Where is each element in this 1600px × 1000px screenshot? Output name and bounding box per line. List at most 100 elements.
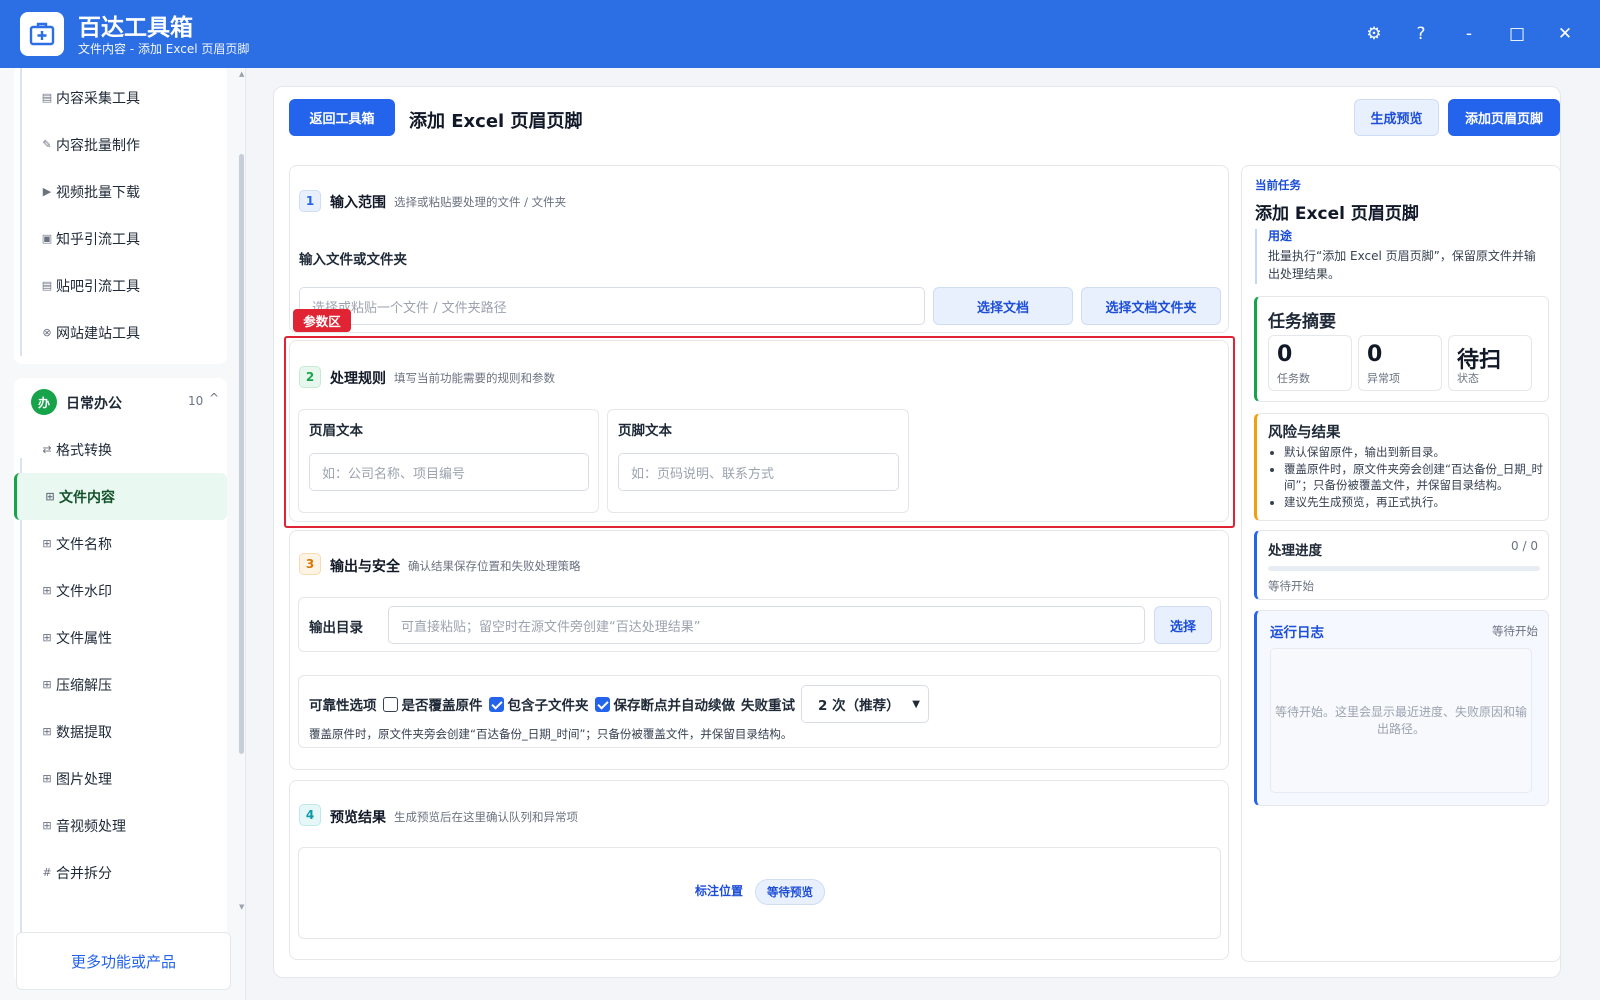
maximize-icon[interactable]: □ (1505, 22, 1529, 46)
grid-icon: ⊞ (42, 725, 52, 738)
section-1-desc: 选择或粘贴要处理的文件 / 文件夹 (394, 195, 567, 209)
step-1-badge: 1 (299, 190, 321, 212)
sidebar-item[interactable]: ⊞ 文件名称 (14, 520, 227, 567)
sidebar-item[interactable]: ⊞ 图片处理 (14, 755, 227, 802)
sidebar-group-office: 办 日常办公 10 ^ ⇄ 格式转换 ⊞ 文件内容 ⊞ 文件名称 ⊞ 文件水印 ⊞ 文件属性 ⊞ 压缩… (14, 378, 227, 982)
grid-icon: ⊞ (42, 772, 52, 785)
sidebar-item-label: 文件属性 (56, 630, 112, 647)
footer-text-input[interactable]: 如：页码说明、联系方式 (618, 453, 899, 491)
output-dir-select-button[interactable]: 选择 (1154, 606, 1212, 644)
log-area: 等待开始。这里会显示最近进度、失败原因和输出路径。 (1270, 648, 1532, 793)
back-button[interactable]: 返回工具箱 (289, 99, 395, 136)
sidebar-item[interactable]: ▣ 知乎引流工具 (14, 215, 227, 262)
output-dir-row: 输出目录 可直接粘贴；留空时在源文件旁创建“百达处理结果” 选择 (298, 597, 1221, 652)
progress-count: 0 / 0 (1511, 539, 1538, 553)
input-path-field[interactable]: 选择或粘贴一个文件 / 文件夹路径 (299, 287, 925, 325)
more-products-button[interactable]: 更多功能或产品 (16, 932, 231, 990)
output-dir-label: 输出目录 (309, 620, 363, 636)
web-icon: ⊗ (42, 326, 52, 339)
output-dir-input[interactable]: 可直接粘贴；留空时在源文件旁创建“百达处理结果” (388, 606, 1145, 644)
sidebar: ▤ 内容采集工具 ✎ 内容批量制作 ▶ 视频批量下载 ▣ 知乎引流工具 ▤ 贴吧引流工具 ⊗ 网站建站… (0, 68, 246, 1000)
waiting-preview-badge: 等待预览 (755, 879, 825, 905)
sidebar-item[interactable]: ▶ 视频批量下载 (14, 168, 227, 215)
sidebar-item-label: 内容采集工具 (56, 90, 140, 107)
sidebar-item-label: 文件名称 (56, 536, 112, 553)
task-title: 添加 Excel 页眉页脚 (1255, 204, 1419, 224)
office-badge-icon: 办 (31, 389, 57, 415)
risk-item: 建议先生成预览，再正式执行。 (1284, 494, 1546, 511)
resume-label: 保存断点并自动续做 (613, 698, 736, 714)
sidebar-item-label: 内容批量制作 (56, 137, 140, 154)
sidebar-item[interactable]: ⊞ 音视频处理 (14, 802, 227, 849)
sidebar-group-header[interactable]: 办 日常办公 10 ^ (14, 378, 227, 426)
section-1-title: 输入范围 (330, 195, 386, 211)
sidebar-item[interactable]: ⇄ 格式转换 (14, 426, 227, 473)
sidebar-item[interactable]: # 合并拆分 (14, 849, 227, 896)
page-title: 添加 Excel 页眉页脚 (409, 111, 583, 132)
minimize-icon[interactable]: - (1457, 22, 1481, 46)
select-file-button[interactable]: 选择文档 (933, 287, 1073, 325)
chevron-down-icon: ▼ (912, 698, 920, 710)
summary-box: 任务摘要 0 任务数 0 异常项 待扫 状态 (1254, 296, 1549, 402)
pen-icon: ✎ (42, 138, 52, 151)
sidebar-item[interactable]: ⊞ 数据提取 (14, 708, 227, 755)
footer-text-label: 页脚文本 (618, 423, 672, 439)
select-folder-button[interactable]: 选择文档文件夹 (1081, 287, 1221, 325)
usage-text: 批量执行“添加 Excel 页眉页脚”，保留原文件并输出处理结果。 (1268, 249, 1536, 281)
retry-label: 失败重试 (741, 698, 795, 714)
task-panel: 当前任务 添加 Excel 页眉页脚 用途 批量执行“添加 Excel 页眉页脚… (1241, 165, 1561, 962)
group-title: 日常办公 (66, 396, 122, 412)
chevron-up-icon[interactable]: ^ (209, 391, 219, 405)
settings-icon[interactable]: ⚙ (1362, 22, 1386, 46)
grid-icon: ⊞ (42, 537, 52, 550)
sidebar-scrollbar[interactable]: ▲ ▼ (233, 68, 244, 1000)
zhihu-icon: ▣ (41, 232, 53, 245)
sidebar-item-label: 贴吧引流工具 (56, 278, 140, 295)
help-icon[interactable]: ? (1409, 22, 1433, 46)
sidebar-item[interactable]: ⊞ 文件水印 (14, 567, 227, 614)
section-2-title: 处理规则 (330, 371, 386, 387)
progress-box: 处理进度 0 / 0 等待开始 (1254, 530, 1549, 600)
overwrite-note: 覆盖原件时，原文件夹旁会创建“百达备份_日期_时间”；只备份被覆盖文件，并保留目… (309, 727, 793, 741)
task-label: 当前任务 (1255, 178, 1301, 192)
sidebar-item-label: 网站建站工具 (56, 325, 140, 342)
sidebar-item[interactable]: ⊞ 压缩解压 (14, 661, 227, 708)
overwrite-label: 是否覆盖原件 (401, 698, 483, 714)
sidebar-item-label: 压缩解压 (56, 677, 112, 694)
reliability-options: 可靠性选项 是否覆盖原件 包含子文件夹 保存断点并自动续做 失败重试 2 次（推… (298, 675, 1221, 748)
sidebar-item[interactable]: ✎ 内容批量制作 (14, 121, 227, 168)
retry-select[interactable]: 2 次（推荐） ▼ (801, 685, 929, 723)
convert-icon: ⇄ (42, 443, 52, 456)
preview-area: 标注位置 等待预览 (298, 847, 1221, 939)
sidebar-item[interactable]: ▤ 贴吧引流工具 (14, 262, 227, 309)
grid-icon: ⊞ (45, 490, 55, 503)
log-box: 运行日志 等待开始 等待开始。这里会显示最近进度、失败原因和输出路径。 (1254, 610, 1549, 806)
grid-icon: ⊞ (42, 678, 52, 691)
preview-button[interactable]: 生成预览 (1354, 99, 1439, 136)
sidebar-item[interactable]: ⊞ 文件属性 (14, 614, 227, 661)
reliability-label: 可靠性选项 (309, 698, 377, 714)
include-subfolders-checkbox[interactable] (488, 696, 504, 712)
group-count: 10 (188, 394, 204, 408)
sidebar-item-label: 数据提取 (56, 724, 112, 741)
log-status: 等待开始 (1492, 624, 1538, 638)
run-button[interactable]: 添加页眉页脚 (1448, 99, 1560, 136)
input-field-label: 输入文件或文件夹 (299, 252, 407, 268)
close-icon[interactable]: ✕ (1553, 22, 1577, 46)
sidebar-item[interactable]: ⊗ 网站建站工具 (14, 309, 227, 356)
include-subfolders-label: 包含子文件夹 (507, 698, 589, 714)
sidebar-item[interactable]: ▤ 内容采集工具 (14, 74, 227, 121)
header-text-card: 页眉文本 如：公司名称、项目编号 (298, 409, 599, 513)
summary-title: 任务摘要 (1268, 312, 1336, 332)
section-2-desc: 填写当前功能需要的规则和参数 (394, 371, 555, 385)
sidebar-item-label: 合并拆分 (56, 865, 112, 882)
sidebar-item[interactable]: ⊞ 文件内容 (14, 473, 227, 520)
retry-select-value: 2 次（推荐） (818, 698, 900, 714)
risk-box: 风险与结果 默认保留原件，输出到新目录。 覆盖原件时，原文件夹旁会创建“百达备份… (1254, 413, 1549, 521)
step-4-badge: 4 (299, 804, 321, 826)
resume-checkbox[interactable] (594, 696, 610, 712)
video-icon: ▶ (42, 185, 52, 198)
overwrite-checkbox[interactable] (382, 696, 398, 712)
header-text-input[interactable]: 如：公司名称、项目编号 (309, 453, 589, 491)
step-2-badge: 2 (299, 366, 321, 388)
